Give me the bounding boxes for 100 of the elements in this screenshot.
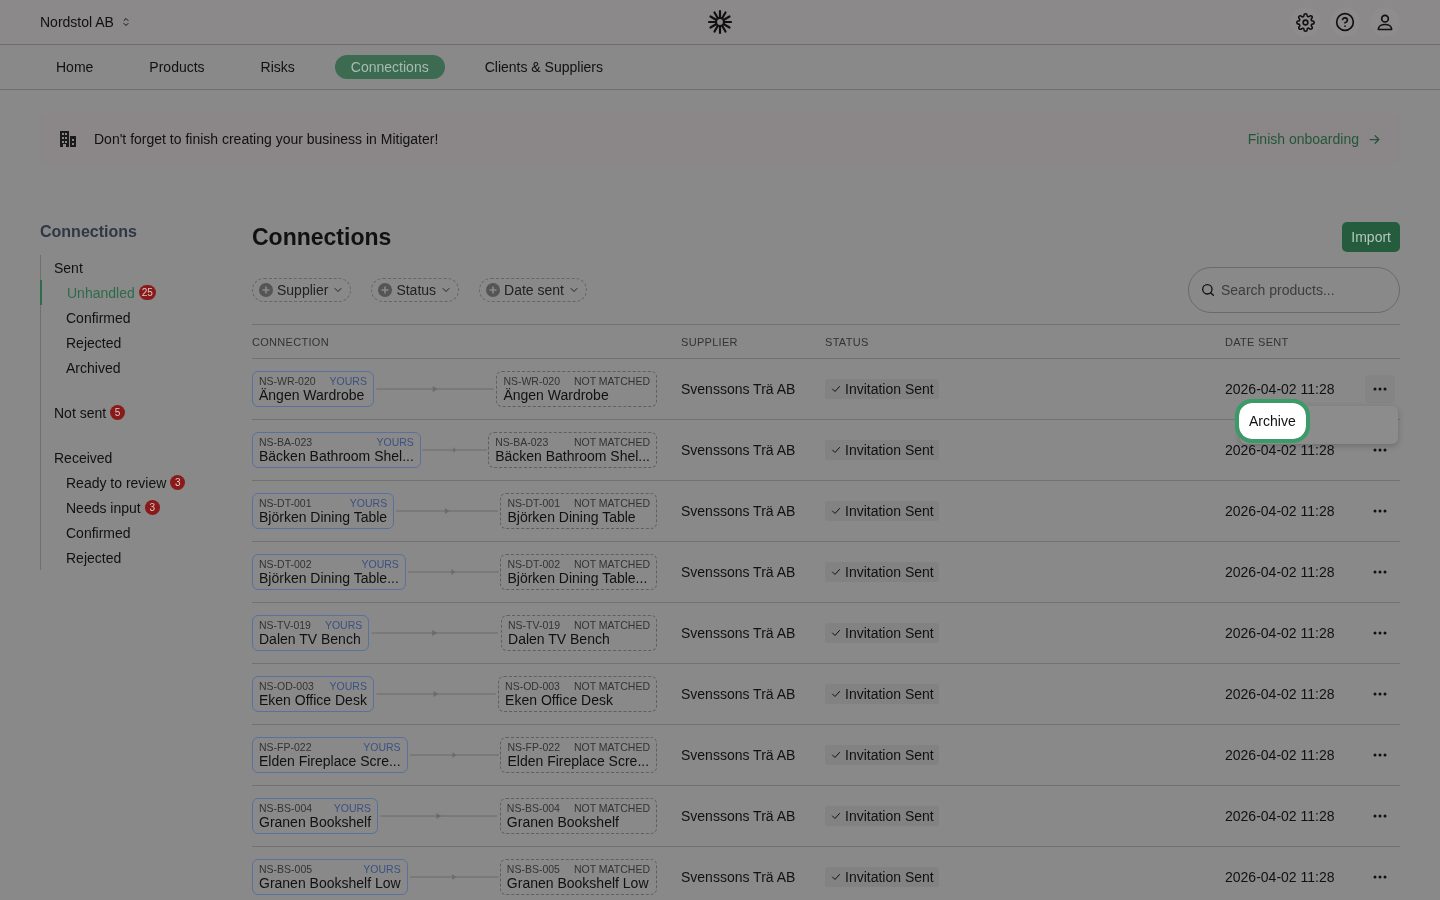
yours-tag: YOURS (376, 436, 414, 448)
product-name: Eken Office Desk (259, 692, 367, 708)
match-card[interactable]: NS-FP-022 NOT MATCHED Elden Fireplace Scre... (500, 737, 657, 773)
product-code: NS-BS-005 (259, 863, 313, 875)
sidebar-item[interactable]: Rejected (40, 545, 128, 570)
nav-tab[interactable]: Home (40, 55, 110, 79)
nav-tab[interactable]: Clients & Suppliers (468, 55, 619, 79)
nav-tab[interactable]: Connections (334, 55, 445, 79)
product-code: NS-OD-003 (259, 680, 314, 692)
match-card[interactable]: NS-DT-001 NOT MATCHED Björken Dining Table (500, 493, 657, 529)
match-card[interactable]: NS-BS-004 NOT MATCHED Granen Bookshelf (499, 798, 657, 834)
product-name: Dalen TV Bench (259, 631, 362, 647)
help-icon (1335, 12, 1355, 32)
check-icon (830, 871, 842, 883)
status-badge: Invitation Sent (825, 684, 939, 704)
match-card[interactable]: NS-OD-003 NOT MATCHED Eken Office Desk (498, 676, 657, 712)
nav-tab[interactable]: Risks (244, 55, 311, 79)
supplier-cell: Svenssons Trä AB (681, 808, 796, 824)
sidebar-item[interactable]: Rejected (40, 330, 128, 355)
nav-tab[interactable]: Products (133, 55, 221, 79)
match-card[interactable]: NS-TV-019 NOT MATCHED Dalen TV Bench (501, 615, 657, 651)
product-code: NS-FP-022 (507, 741, 560, 753)
search-field[interactable]: Search products... (1188, 267, 1400, 313)
product-name: Bäcken Bathroom Shel... (259, 448, 414, 464)
count-badge: 3 (144, 500, 160, 515)
product-card[interactable]: NS-FP-022 YOURS Elden Fireplace Scre... (252, 737, 408, 773)
date-cell: 2026-04-02 11:28 (1225, 442, 1335, 458)
match-tag: NOT MATCHED (573, 741, 650, 753)
product-card[interactable]: NS-OD-003 YOURS Eken Office Desk (252, 676, 374, 712)
logo-icon (707, 9, 733, 35)
more-icon (1373, 448, 1387, 452)
supplier-cell: Svenssons Trä AB (681, 747, 796, 763)
yours-tag: YOURS (363, 863, 401, 875)
date-cell: 2026-04-02 11:28 (1225, 381, 1335, 397)
product-name: Björken Dining Table... (507, 570, 649, 586)
match-card[interactable]: NS-WR-020 NOT MATCHED Ängen Wardrobe (496, 371, 657, 407)
yours-tag: YOURS (349, 497, 388, 509)
sidebar-group[interactable]: Not sent (54, 404, 107, 421)
match-card[interactable]: NS-BA-023 NOT MATCHED Bäcken Bathroom Shel... (488, 432, 657, 468)
product-name: Eken Office Desk (505, 692, 614, 708)
product-name: Elden Fireplace Scre... (507, 753, 650, 769)
sidebar-item[interactable]: Confirmed (40, 520, 137, 545)
more-icon (1373, 387, 1387, 391)
yours-tag: YOURS (329, 375, 367, 387)
product-name: Ängen Wardrobe (259, 387, 366, 403)
product-code: NS-BA-023 (259, 436, 313, 448)
product-card[interactable]: NS-DT-002 YOURS Björken Dining Table... (252, 554, 406, 590)
column-header: CONNECTION (252, 335, 329, 348)
yours-tag: YOURS (333, 802, 372, 814)
product-card[interactable]: NS-BA-023 YOURS Bäcken Bathroom Shel... (252, 432, 421, 468)
sidebar-item[interactable]: Unhandled 25 (40, 280, 162, 305)
yours-tag: YOURS (363, 741, 401, 753)
product-code: NS-DT-001 (259, 497, 312, 509)
sidebar-group[interactable]: Received (54, 449, 113, 466)
plus-circle-icon (486, 283, 501, 297)
product-card[interactable]: NS-TV-019 YOURS Dalen TV Bench (252, 615, 370, 651)
product-code: NS-BS-004 (259, 802, 313, 814)
organization-switcher[interactable]: Nordstol AB (40, 14, 132, 30)
sidebar-item[interactable]: Confirmed (40, 305, 137, 330)
building-icon (58, 129, 78, 149)
match-card[interactable]: NS-DT-002 NOT MATCHED Björken Dining Table... (500, 554, 657, 590)
product-card[interactable]: NS-WR-020 YOURS Ängen Wardrobe (252, 371, 374, 407)
column-header: DATE SENT (1225, 335, 1289, 348)
more-button[interactable] (1365, 375, 1395, 403)
product-card[interactable]: NS-BS-004 YOURS Granen Bookshelf (252, 798, 379, 834)
product-code: NS-TV-019 (259, 619, 311, 631)
match-tag: NOT MATCHED (573, 619, 650, 631)
date-cell: 2026-04-02 11:28 (1225, 869, 1335, 885)
product-name: Björken Dining Table... (259, 570, 399, 586)
check-icon (830, 566, 842, 578)
check-icon (830, 505, 842, 517)
date-cell: 2026-04-02 11:28 (1225, 564, 1335, 580)
more-icon (1373, 753, 1387, 757)
product-code: NS-WR-020 (259, 375, 316, 387)
sidebar-item[interactable]: Archived (40, 355, 127, 380)
supplier-cell: Svenssons Trä AB (681, 625, 796, 641)
product-code: NS-BS-005 (506, 863, 560, 875)
status-badge: Invitation Sent (825, 562, 939, 582)
yours-tag: YOURS (361, 558, 399, 570)
sidebar-item[interactable]: Ready to review 3 (40, 470, 192, 495)
yours-tag: YOURS (329, 680, 367, 692)
sidebar-group[interactable]: Sent (54, 259, 83, 276)
connector-line (420, 444, 489, 456)
status-badge: Invitation Sent (825, 501, 939, 521)
count-badge: 3 (170, 475, 186, 490)
status-badge: Invitation Sent (825, 379, 939, 399)
product-name: Bäcken Bathroom Shel... (495, 448, 650, 464)
more-icon (1373, 509, 1387, 513)
product-card[interactable]: NS-DT-001 YOURS Björken Dining Table (252, 493, 395, 529)
product-code: NS-TV-019 (508, 619, 560, 631)
search-icon (1200, 282, 1216, 298)
sidebar-item[interactable]: Needs input 3 (40, 495, 166, 520)
check-icon (830, 383, 842, 395)
product-card[interactable]: NS-BS-005 YOURS Granen Bookshelf Low (252, 859, 408, 895)
product-name: Ängen Wardrobe (503, 387, 610, 403)
sidebar-title: Connections (40, 223, 138, 241)
date-cell: 2026-04-02 11:28 (1225, 625, 1335, 641)
match-card[interactable]: NS-BS-005 NOT MATCHED Granen Bookshelf Low (499, 859, 657, 895)
supplier-cell: Svenssons Trä AB (681, 381, 796, 397)
import-button[interactable]: Import (1342, 222, 1400, 252)
